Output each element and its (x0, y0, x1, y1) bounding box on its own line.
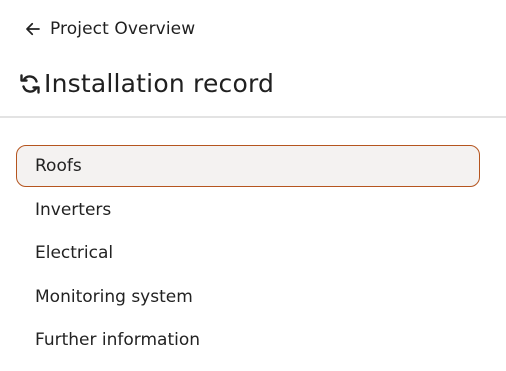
section-nav: Roofs Inverters Electrical Monitoring sy… (16, 145, 480, 363)
back-to-project-overview-link[interactable]: Project Overview (24, 17, 195, 41)
sync-icon (18, 72, 42, 96)
nav-item-inverters[interactable]: Inverters (16, 189, 480, 231)
nav-item-label: Further information (35, 330, 201, 350)
nav-item-electrical[interactable]: Electrical (16, 232, 480, 274)
nav-item-label: Inverters (35, 199, 112, 220)
nav-item-label: Roofs (35, 156, 82, 176)
header-divider (0, 116, 506, 118)
nav-item-roofs[interactable]: Roofs (16, 145, 480, 187)
page-title: Installation record (44, 69, 275, 98)
nav-item-label: Electrical (35, 243, 114, 263)
back-link-label: Project Overview (50, 19, 196, 39)
nav-item-monitoring-system[interactable]: Monitoring system (16, 276, 480, 318)
nav-item-further-information[interactable]: Further information (16, 319, 480, 361)
page-header: Installation record (18, 66, 274, 102)
arrow-left-icon (24, 20, 42, 38)
nav-item-label: Monitoring system (35, 286, 193, 307)
